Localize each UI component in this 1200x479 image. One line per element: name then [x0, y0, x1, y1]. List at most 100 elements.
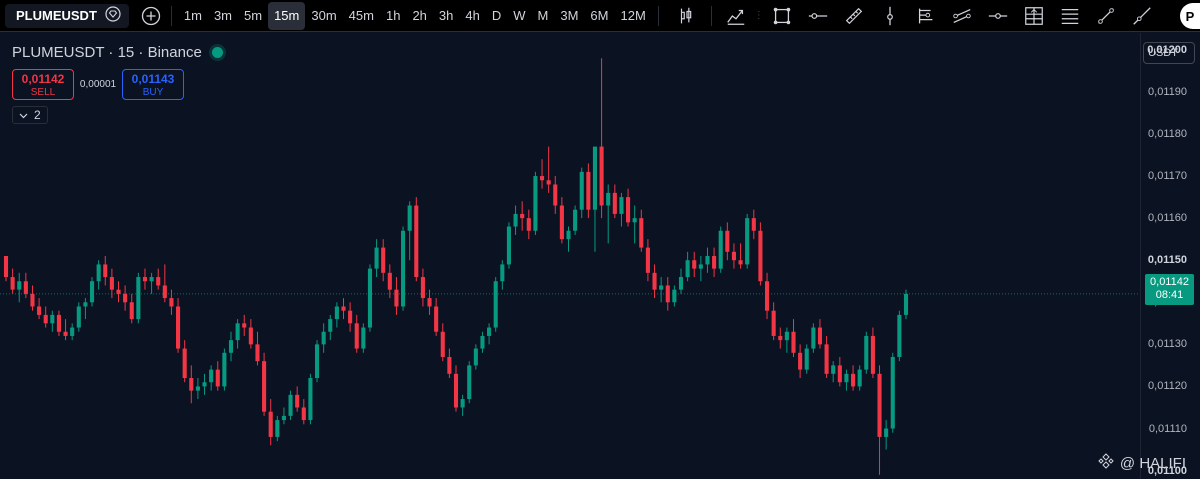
interval-12m[interactable]: 12M	[614, 2, 651, 30]
chevron-down-icon	[19, 108, 28, 122]
candle-body	[142, 277, 148, 282]
drag-handle-icon[interactable]: ⋮	[754, 2, 764, 30]
candle	[202, 373, 207, 395]
candle	[341, 298, 346, 320]
candle	[546, 146, 551, 193]
candle	[798, 344, 803, 379]
candle-body	[817, 327, 823, 345]
parallel-channel-icon[interactable]	[944, 2, 980, 30]
candle	[248, 319, 253, 349]
rectangle-icon[interactable]	[764, 2, 800, 30]
candle-body	[103, 264, 108, 278]
candle-body	[268, 411, 273, 437]
candle-body	[195, 386, 200, 391]
candle-body	[123, 293, 128, 303]
sell-button[interactable]: 0,01142 SELL	[12, 69, 74, 100]
interval-3m[interactable]: 3M	[554, 2, 584, 30]
candle	[467, 361, 472, 404]
candle-body	[341, 306, 346, 311]
candle	[43, 306, 48, 328]
candle	[506, 222, 511, 269]
candle	[672, 285, 677, 307]
candle-body	[612, 192, 617, 214]
interval-d[interactable]: D	[486, 2, 507, 30]
interval-2h[interactable]: 2h	[406, 2, 432, 30]
candle-body	[109, 277, 114, 290]
candle-body	[678, 277, 684, 290]
lines-icon[interactable]	[1052, 2, 1088, 30]
interval-m[interactable]: M	[532, 2, 555, 30]
candle-style-icon[interactable]	[669, 2, 705, 30]
candle-body	[281, 415, 286, 421]
sell-label: SELL	[30, 87, 56, 98]
candle-body	[176, 306, 181, 349]
interval-45m[interactable]: 45m	[343, 2, 380, 30]
candle-body	[672, 289, 677, 303]
candle	[209, 365, 214, 391]
candle-body	[440, 331, 445, 357]
chart-pane[interactable]: PLUMEUSDT · 15 · Binance 0,01142 SELL 0,…	[0, 33, 1200, 479]
trade-panel: 0,01142 SELL 0,00001 0,01143 BUY	[12, 69, 184, 100]
candle	[831, 361, 836, 383]
pitchfork-icon[interactable]	[908, 2, 944, 30]
buy-button[interactable]: 0,01143 BUY	[122, 69, 184, 100]
candle-body	[513, 213, 518, 227]
candle-body	[791, 331, 796, 353]
price-axis-label: 0,01120	[1148, 380, 1187, 393]
candle	[63, 319, 68, 341]
candle-body	[592, 146, 598, 210]
candle	[817, 319, 823, 349]
collapsed-count: 2	[34, 108, 41, 122]
candle-body	[23, 281, 28, 294]
candle	[533, 171, 538, 235]
vertical-line-icon[interactable]	[872, 2, 908, 30]
interval-3m[interactable]: 3m	[208, 2, 238, 30]
candle-body	[149, 277, 154, 282]
candle-body	[559, 205, 564, 240]
watermark: @ HALIFI	[1098, 453, 1186, 473]
symbol-search-button[interactable]: PLUMEUSDT	[5, 3, 129, 28]
candle	[606, 184, 611, 244]
ray-icon[interactable]	[1124, 2, 1160, 30]
horizontal-line-icon[interactable]	[800, 2, 836, 30]
interval-w[interactable]: W	[507, 2, 531, 30]
candle-body	[182, 348, 187, 379]
candle	[89, 277, 95, 307]
fib-retracement-icon[interactable]	[1016, 2, 1052, 30]
interval-3h[interactable]: 3h	[433, 2, 459, 30]
candle	[354, 314, 359, 353]
trend-line-icon[interactable]	[1088, 2, 1124, 30]
indicators-icon[interactable]	[718, 2, 754, 30]
interval-5m[interactable]: 5m	[238, 2, 268, 30]
candle	[129, 293, 134, 324]
sell-price: 0,01142	[21, 72, 65, 86]
horizontal-ray-icon[interactable]	[980, 2, 1016, 30]
candle-body	[798, 352, 803, 370]
indicators-collapse-button[interactable]: 2	[12, 106, 48, 124]
price-axis[interactable]: USDT 0,01200 0,01190 0,01180 0,01170 0,01160…	[1140, 33, 1200, 479]
candle-body	[401, 230, 406, 307]
interval-6m[interactable]: 6M	[584, 2, 614, 30]
candle	[539, 159, 545, 189]
candle	[652, 264, 657, 299]
candle-body	[202, 382, 207, 387]
ruler-icon[interactable]	[836, 2, 872, 30]
last-price-badge: 0,01142 08:41	[1145, 274, 1194, 305]
candle	[242, 314, 247, 336]
candle	[37, 298, 42, 320]
avatar[interactable]: P	[1180, 3, 1200, 29]
interval-15m[interactable]: 15m	[268, 1, 306, 30]
candle	[864, 331, 869, 374]
add-symbol-icon[interactable]	[137, 2, 165, 30]
candle	[407, 201, 412, 261]
interval-1h[interactable]: 1h	[380, 2, 406, 30]
price-axis-label: 0,01160	[1148, 212, 1187, 225]
candle	[96, 260, 101, 290]
interval-1m[interactable]: 1m	[178, 2, 208, 30]
interval-4h[interactable]: 4h	[459, 2, 485, 30]
candle-body	[414, 205, 419, 278]
candle-body	[262, 361, 267, 412]
interval-30m[interactable]: 30m	[305, 2, 342, 30]
candle	[500, 260, 505, 290]
candle	[268, 399, 273, 446]
